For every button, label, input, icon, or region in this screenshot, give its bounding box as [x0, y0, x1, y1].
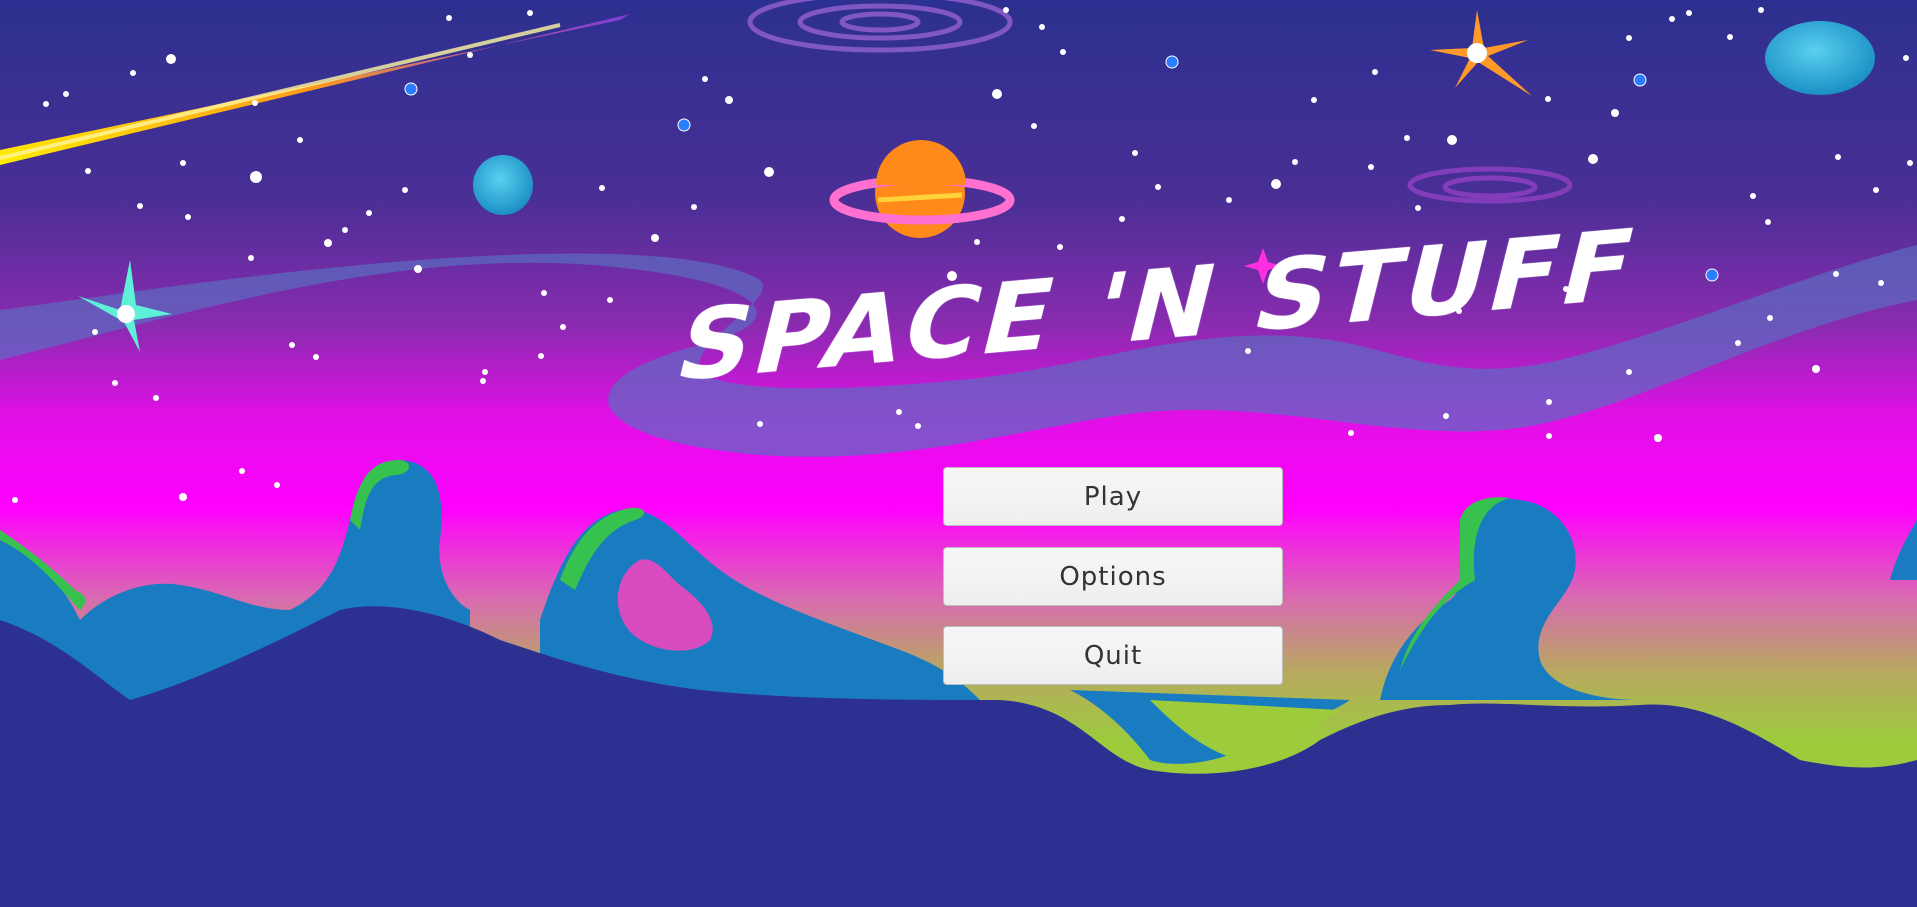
options-button[interactable]: Options: [943, 547, 1283, 606]
quit-button[interactable]: Quit: [943, 626, 1283, 685]
big-blue-planet: [1765, 21, 1875, 95]
main-menu-screen: Space 'n Stuff Play Options Quit: [0, 0, 1917, 907]
small-blue-planet: [473, 155, 533, 215]
main-menu: Play Options Quit: [943, 467, 1283, 706]
space-background: [0, 0, 1917, 907]
play-button[interactable]: Play: [943, 467, 1283, 526]
